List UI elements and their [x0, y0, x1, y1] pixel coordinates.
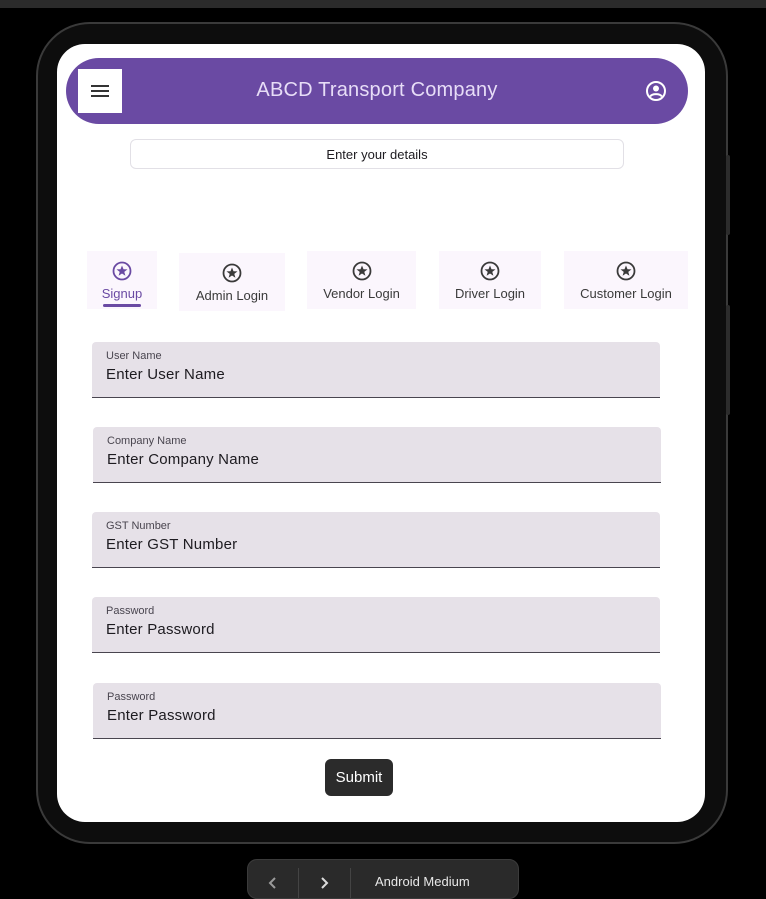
tab-signup[interactable]: Signup: [87, 251, 157, 309]
app-screen: ABCD Transport Company Enter your detail…: [57, 44, 705, 822]
field-label: User Name: [106, 350, 162, 362]
account-circle-icon: [646, 81, 666, 101]
field-label: GST Number: [106, 520, 171, 532]
company-name-field[interactable]: Company Name Enter Company Name: [93, 427, 661, 483]
top-strip: [0, 0, 766, 8]
account-button[interactable]: [642, 77, 670, 105]
details-heading: Enter your details: [130, 139, 624, 169]
field-placeholder: Enter Password: [106, 621, 215, 638]
field-placeholder: Enter User Name: [106, 366, 225, 383]
star-circle-icon: [112, 261, 132, 281]
app-bar: ABCD Transport Company: [66, 58, 688, 124]
device-side-button: [726, 155, 730, 235]
star-circle-icon: [222, 263, 242, 283]
tab-label: Vendor Login: [323, 286, 400, 301]
field-label: Password: [107, 691, 156, 703]
star-circle-icon: [352, 261, 371, 281]
password-field[interactable]: Password Enter Password: [92, 597, 660, 653]
gst-number-field[interactable]: GST Number Enter GST Number: [92, 512, 660, 568]
field-label: Company Name: [107, 435, 187, 447]
tab-label: Signup: [101, 286, 143, 301]
submit-button[interactable]: Submit: [325, 759, 393, 796]
field-placeholder: Enter GST Number: [106, 536, 238, 553]
chevron-left-icon: [268, 877, 276, 889]
star-circle-icon: [616, 261, 636, 281]
tab-customer-login[interactable]: Customer Login: [564, 251, 688, 309]
tab-admin-login[interactable]: Admin Login: [179, 253, 285, 311]
field-placeholder: Enter Password: [107, 707, 216, 724]
field-placeholder: Enter Company Name: [107, 451, 259, 468]
field-label: Password: [106, 605, 155, 617]
tab-label: Driver Login: [454, 286, 526, 301]
device-toolbar: Android Medium: [247, 859, 519, 899]
star-circle-icon: [480, 261, 500, 281]
toolbar-divider: [350, 868, 351, 898]
confirm-password-field[interactable]: Password Enter Password: [93, 683, 661, 739]
user-name-field[interactable]: User Name Enter User Name: [92, 342, 660, 398]
tab-driver-login[interactable]: Driver Login: [439, 251, 541, 309]
chevron-right-icon: [321, 877, 329, 889]
active-tab-indicator: [103, 304, 141, 307]
tab-vendor-login[interactable]: Vendor Login: [307, 251, 416, 309]
device-side-button: [726, 305, 730, 415]
back-button[interactable]: [248, 868, 298, 898]
forward-button[interactable]: [299, 868, 349, 898]
app-title: ABCD Transport Company: [256, 79, 498, 101]
tab-label: Customer Login: [580, 286, 672, 301]
tab-label: Admin Login: [195, 288, 269, 303]
